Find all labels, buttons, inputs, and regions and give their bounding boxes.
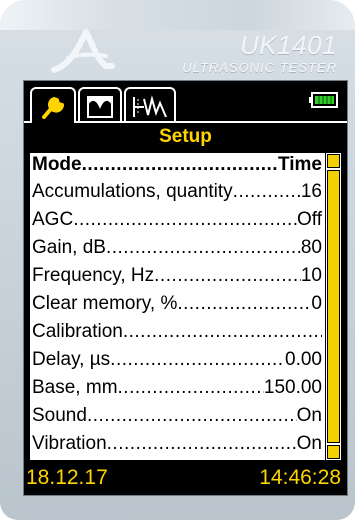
setting-frequency[interactable]: Frequency, Hz 10 [32,264,322,287]
brand-header: UK1401 ULTRASONIC TESTER [0,0,355,80]
setting-value: 150.00 [263,377,322,398]
scrollbar-thumb[interactable] [327,170,340,443]
setting-label: Mode [32,154,82,175]
model-name: UK1401 [240,30,337,60]
setting-delay[interactable]: Delay, µs 0.00 [32,348,322,371]
setting-label: AGC [32,209,74,230]
setting-label: Vibration [32,433,107,454]
setting-label: Sound [32,405,87,426]
settings-list: Mode Time Accumulations, quantity 16 AGC… [30,153,324,460]
tab-signal[interactable] [124,87,176,123]
setting-value: On [296,405,322,426]
scroll-up-icon[interactable] [327,154,340,168]
setting-base[interactable]: Base, mm 150.00 [32,376,322,399]
setting-value: 16 [300,181,322,202]
setting-value: Time [277,154,322,175]
wrench-icon [42,97,64,119]
setting-calibration[interactable]: Calibration [32,320,322,343]
setting-label: Base, mm [32,377,118,398]
setting-vibration[interactable]: Vibration On [32,432,322,455]
setting-label: Frequency, Hz [32,265,155,286]
setting-value: Off [297,209,322,230]
setting-label: Calibration [32,321,123,342]
setting-value: On [296,433,322,454]
setting-label: Delay, µs [32,349,111,370]
setting-mode[interactable]: Mode Time [32,153,322,176]
profile-icon [87,96,113,118]
setting-value: 0 [311,293,322,314]
setting-value: 80 [300,237,322,258]
status-bar: 18.12.17 14:46:28 [24,461,347,495]
setting-label: Accumulations, quantity [32,181,233,202]
time-display: 14:46:28 [259,466,341,489]
scrollbar[interactable] [325,153,341,460]
signal-icon [133,95,167,118]
scroll-down-icon[interactable] [327,445,340,459]
device-subtitle: ULTRASONIC TESTER [182,60,337,75]
setting-gain[interactable]: Gain, dB 80 [32,236,322,259]
setting-clear-memory[interactable]: Clear memory, % 0 [32,292,322,315]
tab-setup[interactable] [30,87,76,123]
setting-agc[interactable]: AGC Off [32,208,322,231]
setting-label: Clear memory, % [32,293,178,314]
date-display: 18.12.17 [26,466,108,489]
setting-label: Gain, dB [32,237,106,258]
device-body: UK1401 ULTRASONIC TESTER Setup Mode ....… [0,0,355,520]
settings-panel: Mode Time Accumulations, quantity 16 AGC… [30,153,341,460]
setting-sound[interactable]: Sound On [32,404,322,427]
tab-bar [24,81,347,123]
company-logo-icon [51,29,115,73]
display-screen: Setup Mode Time Accumulations, quantity … [23,80,348,496]
tab-profile[interactable] [78,87,122,123]
setting-accumulations[interactable]: Accumulations, quantity 16 [32,180,322,203]
battery-icon [309,92,338,108]
screen-title: Setup [159,126,212,147]
setting-value: 0.00 [285,349,322,370]
setting-value: 10 [300,265,322,286]
